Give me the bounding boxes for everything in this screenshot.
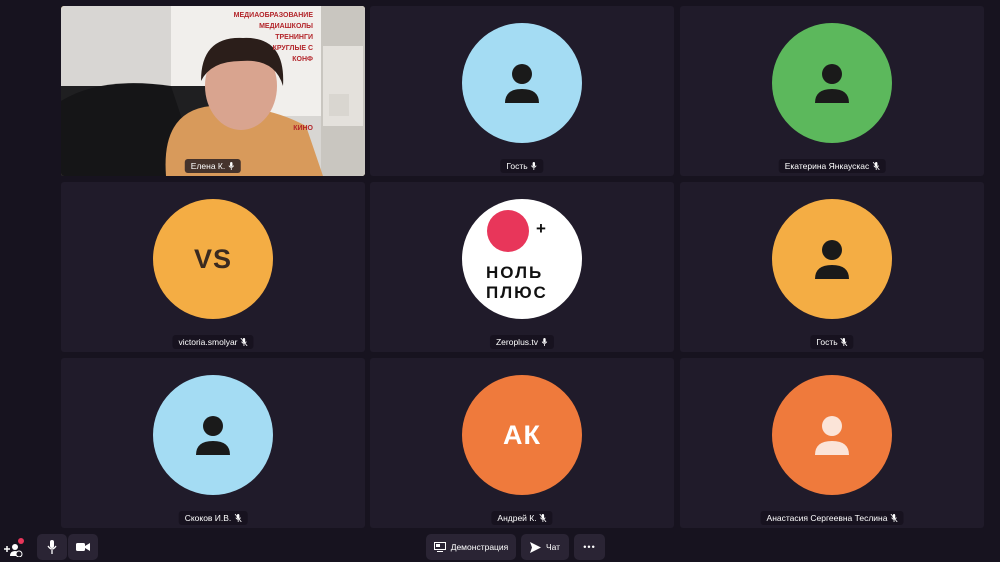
mic-off-icon (240, 338, 248, 346)
camera-icon (76, 543, 90, 551)
poster-line: ТРЕНИНГИ (275, 34, 313, 41)
participant-tile-7[interactable]: Скоков И.В. (61, 358, 365, 528)
participant-tile-2[interactable]: Гость (370, 6, 674, 176)
participant-name-pill: Екатерина Янкаускас (778, 159, 886, 173)
poster-line: КИНО (293, 125, 313, 132)
participant-name: Гость (816, 337, 838, 347)
mic-off-icon (539, 514, 547, 522)
logo-line: НОЛЬ (486, 263, 544, 282)
microphone-icon (47, 540, 57, 554)
mic-button[interactable] (37, 534, 67, 560)
participant-name: Андрей К. (497, 513, 537, 523)
avatar (153, 375, 273, 495)
participant-name-pill: victoria.smolyar (172, 335, 254, 349)
participant-name-pill: Гость (500, 159, 544, 173)
more-icon: ••• (583, 542, 596, 552)
participant-name-pill: Андрей К. (491, 511, 553, 525)
avatar: АК (462, 375, 582, 495)
avatar (772, 23, 892, 143)
participant-name-pill: Zeroplus.tv (489, 335, 555, 349)
participant-name-pill: Гость (810, 335, 854, 349)
user-icon (815, 240, 849, 279)
participant-name-pill: Елена К. (184, 159, 242, 173)
participant-name: Гость (506, 161, 528, 171)
user-icon (815, 64, 849, 103)
send-arrow-icon (529, 541, 541, 553)
participant-name: Анастасия Сергеевна Теслина (766, 513, 888, 523)
poster-line: КРУГЛЫЕ С (272, 45, 313, 52)
mic-off-icon (840, 338, 848, 346)
add-participant-icon (4, 538, 24, 558)
participant-tile-3[interactable]: Екатерина Янкаускас (680, 6, 984, 176)
participant-name: Елена К. (190, 161, 226, 171)
mic-off-icon (890, 514, 898, 522)
user-icon (505, 64, 539, 103)
participant-name: victoria.smolyar (178, 337, 238, 347)
more-button[interactable]: ••• (574, 534, 605, 560)
user-icon (815, 416, 849, 455)
participant-tile-4[interactable]: VS victoria.smolyar (61, 182, 365, 352)
mic-on-icon (541, 338, 548, 346)
poster-line: КОНФ (292, 56, 313, 63)
participant-name: Скоков И.В. (184, 513, 232, 523)
screen-share-icon (433, 542, 446, 552)
avatar (462, 23, 582, 143)
avatar: VS (153, 199, 273, 319)
video-poster-text: МЕДИАОБРАЗОВАНИЕ МЕДИАШКОЛЫ ТРЕНИНГИ КРУ… (233, 10, 313, 134)
avatar (772, 199, 892, 319)
zeroplus-logo-text: НОЛЬ ПЛЮС (486, 263, 548, 303)
control-bar: Демонстрация Чат ••• (0, 531, 1000, 562)
camera-button[interactable] (68, 534, 98, 560)
participant-tile-8[interactable]: АК Андрей К. (370, 358, 674, 528)
logo-plus: + (536, 219, 546, 238)
participant-name-pill: Анастасия Сергеевна Теслина (760, 511, 904, 525)
participant-name: Екатерина Янкаускас (784, 161, 870, 171)
mic-off-icon (234, 514, 242, 522)
mic-on-icon (531, 162, 537, 170)
user-icon (196, 416, 230, 455)
chat-button[interactable]: Чат (521, 534, 569, 560)
screen-share-button[interactable]: Демонстрация (426, 534, 516, 560)
poster-line: МЕДИАОБРАЗОВАНИЕ (233, 12, 313, 19)
participant-video (61, 6, 365, 176)
avatar-initials: АК (503, 419, 541, 450)
screen-share-label: Демонстрация (450, 542, 509, 552)
mic-on-icon (228, 162, 235, 170)
poster-line: МЕДИАШКОЛЫ (259, 23, 313, 30)
participant-tile-5[interactable]: + НОЛЬ ПЛЮС Zeroplus.tv (370, 182, 674, 352)
logo-dot (487, 210, 529, 252)
avatar: + НОЛЬ ПЛЮС (462, 199, 582, 319)
mic-off-icon (872, 162, 880, 170)
avatar-initials: VS (193, 243, 233, 274)
logo-line: ПЛЮС (486, 283, 548, 302)
participant-tile-9[interactable]: Анастасия Сергеевна Теслина (680, 358, 984, 528)
participant-name: Zeroplus.tv (495, 337, 539, 347)
avatar (772, 375, 892, 495)
chat-label: Чат (545, 542, 561, 552)
participant-tile-1[interactable]: МЕДИАОБРАЗОВАНИЕ МЕДИАШКОЛЫ ТРЕНИНГИ КРУ… (61, 6, 365, 176)
participants-button[interactable] (2, 537, 24, 558)
participant-name-pill: Скоков И.В. (178, 511, 248, 525)
participant-tile-6[interactable]: Гость (680, 182, 984, 352)
